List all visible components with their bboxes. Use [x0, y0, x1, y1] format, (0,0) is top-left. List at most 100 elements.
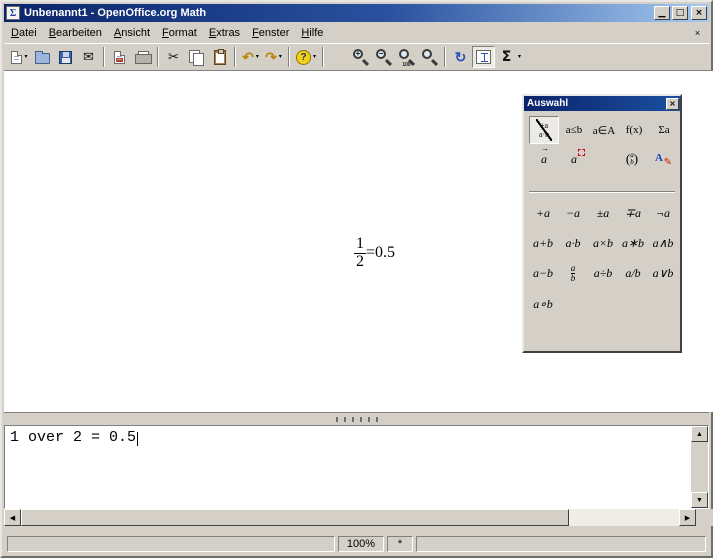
fraction-denominator: 2 — [354, 253, 366, 271]
open-button[interactable] — [31, 46, 54, 68]
zoom-in-icon: + — [352, 49, 369, 66]
minus-plus-button[interactable]: ∓a — [618, 199, 648, 228]
palette-category-row: a → a ( a b ) — [529, 145, 677, 173]
vertical-scrollbar[interactable]: ▲ ▼ — [691, 426, 708, 508]
menu-ansicht[interactable]: Ansicht — [108, 24, 156, 42]
palette-close-button[interactable]: × — [666, 98, 679, 110]
logical-and-button[interactable]: a∧b — [648, 229, 678, 258]
category-formats-button[interactable]: a — [559, 145, 589, 173]
command-editor[interactable]: 1 over 2 = 0.5 — [5, 426, 691, 508]
scroll-right-button[interactable]: ▶ — [679, 509, 696, 526]
menu-datei[interactable]: Datei — [5, 24, 43, 42]
toolbar-separator — [103, 47, 105, 67]
multiplication-button[interactable]: a×b — [588, 229, 618, 258]
titlebar[interactable]: Σ Unbenannt1 - OpenOffice.org Math ▁ □ × — [4, 4, 709, 22]
undo-button[interactable]: ↶ ▾ — [239, 46, 262, 68]
unary-plus-button[interactable]: +a — [528, 199, 558, 228]
zoom-100-button[interactable]: 100 — [395, 46, 418, 68]
palette-op-row: +a −a ±a ∓a ¬a — [528, 199, 678, 228]
subtraction-button[interactable]: a−b — [528, 259, 558, 288]
copy-button[interactable] — [185, 46, 208, 68]
formula-cursor-button[interactable] — [472, 46, 495, 68]
scroll-left-button[interactable]: ◀ — [4, 509, 21, 526]
save-floppy-icon — [59, 51, 72, 64]
symbols-button[interactable]: Σ — [495, 46, 518, 68]
sigma-icon: Σ — [502, 49, 512, 65]
logical-or-button[interactable]: a∨b — [648, 259, 678, 288]
paste-button[interactable] — [208, 46, 231, 68]
status-extra-field — [416, 536, 706, 552]
category-relations-button[interactable]: a≤b — [559, 116, 589, 144]
brackets-icon: ( a b ) — [626, 151, 638, 167]
unary-minus-button[interactable]: −a — [558, 199, 588, 228]
addition-button[interactable]: a+b — [528, 229, 558, 258]
category-brackets-button[interactable]: ( a b ) — [617, 145, 647, 173]
status-zoom-field[interactable]: 100% — [338, 536, 384, 552]
composition-button[interactable]: a∘b — [528, 290, 558, 319]
save-button[interactable] — [54, 46, 77, 68]
scroll-down-button[interactable]: ▼ — [691, 492, 708, 508]
document-close-button[interactable]: × — [690, 26, 705, 40]
zoom-100-icon: 100 — [398, 49, 415, 66]
horizontal-scroll-thumb[interactable] — [21, 509, 569, 526]
menu-hilfe[interactable]: Hilfe — [295, 24, 329, 42]
fraction-numerator: 1 — [354, 236, 366, 253]
zoom-in-button[interactable]: + — [349, 46, 372, 68]
dot-product-button[interactable]: a·b — [558, 229, 588, 258]
copy-icon — [189, 50, 204, 65]
not-button[interactable]: ¬a — [648, 199, 678, 228]
document-canvas[interactable]: 1 2 =0.5 Auswahl × +a a·b a≤b a∈ — [4, 70, 713, 412]
maximize-button[interactable]: □ — [672, 6, 688, 20]
redo-button[interactable]: ↷ ▾ — [262, 46, 285, 68]
refresh-button[interactable]: ↻ — [449, 46, 472, 68]
menu-fenster[interactable]: Fenster — [246, 24, 295, 42]
palette-titlebar[interactable]: Auswahl × — [524, 96, 680, 111]
division-button[interactable]: a÷b — [588, 259, 618, 288]
email-button[interactable]: ✉ — [77, 46, 100, 68]
selection-palette: Auswahl × +a a·b a≤b a∈A f(x) Σa — [522, 94, 682, 353]
category-misc-button[interactable]: A ✎ — [647, 145, 677, 173]
formats-icon: a — [571, 152, 577, 167]
palette-op-row: a∘b — [528, 290, 558, 319]
slash-division-button[interactable]: a/b — [618, 259, 648, 288]
menu-bearbeiten[interactable]: Bearbeiten — [43, 24, 108, 42]
minimize-button[interactable]: ▁ — [654, 6, 670, 20]
toolbar-more-button[interactable]: ▾ — [518, 54, 521, 60]
plus-minus-button[interactable]: ±a — [588, 199, 618, 228]
formula-rhs: =0.5 — [366, 244, 395, 262]
category-functions-button[interactable]: f(x) — [619, 116, 649, 144]
close-button[interactable]: × — [691, 6, 707, 20]
text-cursor — [137, 432, 138, 446]
chevron-down-icon: ▾ — [279, 54, 282, 60]
splitter-handle[interactable] — [336, 417, 378, 422]
category-attributes-button[interactable]: a → — [529, 145, 559, 173]
status-info-field — [7, 536, 335, 552]
scroll-up-button[interactable]: ▲ — [691, 426, 708, 442]
export-pdf-button[interactable] — [108, 46, 131, 68]
new-document-icon — [11, 51, 22, 64]
asterisk-product-button[interactable]: a∗b — [618, 229, 648, 258]
menu-format[interactable]: Format — [156, 24, 203, 42]
chevron-down-icon: ▾ — [313, 54, 316, 60]
new-document-button[interactable]: ▾ — [8, 46, 31, 68]
zoom-out-button[interactable]: − — [372, 46, 395, 68]
statusbar: 100% * — [4, 534, 709, 554]
zoom-page-button[interactable] — [418, 46, 441, 68]
category-operators-button[interactable]: Σa — [649, 116, 679, 144]
rendered-formula: 1 2 =0.5 — [354, 236, 395, 271]
palette-title: Auswahl — [527, 98, 666, 109]
menu-extras[interactable]: Extras — [203, 24, 246, 42]
print-button[interactable] — [131, 46, 154, 68]
clipboard-icon — [214, 50, 226, 65]
category-unary-binary-button[interactable]: +a a·b — [529, 116, 559, 144]
horizontal-scrollbar[interactable]: ◀ ▶ — [4, 509, 696, 526]
open-folder-icon — [35, 53, 50, 64]
help-button[interactable]: ? ▾ — [293, 46, 319, 68]
palette-op-row: a+b a·b a×b a∗b a∧b — [528, 229, 678, 258]
misc-pencil-icon: A ✎ — [654, 151, 670, 167]
printer-icon — [135, 51, 150, 64]
cut-button[interactable]: ✂ — [162, 46, 185, 68]
fraction-button[interactable]: a b — [558, 259, 588, 288]
window-title: Unbenannt1 - OpenOffice.org Math — [22, 7, 652, 19]
category-set-operations-button[interactable]: a∈A — [589, 116, 619, 144]
